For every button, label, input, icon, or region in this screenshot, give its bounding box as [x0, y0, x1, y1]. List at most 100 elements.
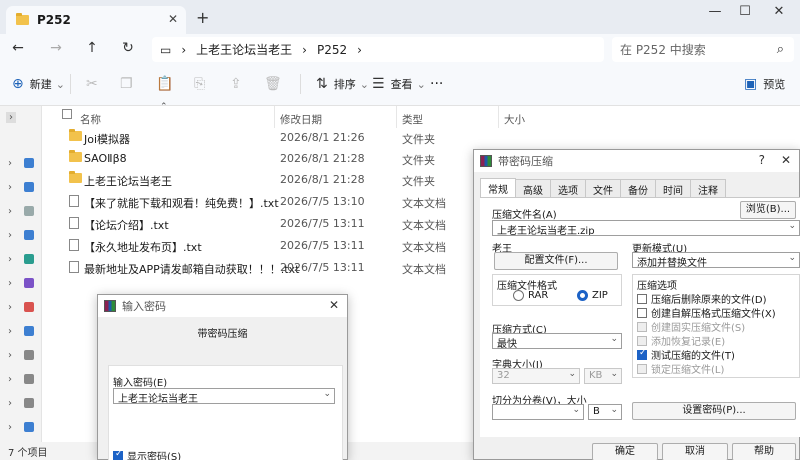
close-icon[interactable]: ✕ [781, 153, 791, 167]
expand-icon[interactable]: › [8, 206, 12, 217]
cancel-button[interactable]: 取消 [662, 443, 728, 460]
expand-icon[interactable]: › [8, 182, 12, 193]
compression-method-select[interactable]: 最快 ⌄ [492, 333, 622, 349]
expand-icon[interactable]: › [8, 326, 12, 337]
chevron-down-icon[interactable]: ⌄ [610, 334, 618, 344]
archive-name-input[interactable]: 上老王论坛当老王.zip ⌄ [492, 220, 800, 236]
chevron-down-icon[interactable]: ⌄ [788, 221, 796, 231]
set-password-button[interactable]: 设置密码(P)... [632, 402, 796, 420]
file-row[interactable]: 【永久地址发布页】.txt 2026/7/5 13:11 文本文档 [66, 235, 486, 256]
create-sfx-checkbox[interactable]: 创建自解压格式压缩文件(X) [637, 305, 776, 320]
column-divider[interactable] [274, 106, 275, 128]
chevron-down-icon: ⌄ [55, 77, 65, 91]
split-unit-value: B [593, 406, 600, 417]
expand-icon[interactable]: › [8, 350, 12, 361]
tab-advanced[interactable]: 高级 [515, 179, 551, 197]
chevron-down-icon[interactable]: ⌄ [323, 389, 331, 399]
ok-button[interactable]: 确定 [592, 443, 658, 460]
split-unit-select[interactable]: B ⌄ [588, 404, 622, 420]
show-password-checkbox[interactable]: 显示密码(S) [113, 448, 181, 460]
chevron-down-icon[interactable]: ⌄ [568, 369, 576, 379]
tab-general[interactable]: 常规 [480, 178, 516, 197]
file-row[interactable]: Joi模拟器 2026/8/1 21:26 文件夹 [66, 127, 486, 148]
expand-icon[interactable]: › [8, 374, 12, 385]
tab-files[interactable]: 文件 [585, 179, 621, 197]
breadcrumb-item[interactable]: P252 [317, 43, 347, 57]
up-button[interactable]: ↑ [82, 40, 102, 56]
back-button[interactable]: ← [8, 40, 28, 56]
lock-archive-checkbox[interactable]: 锁定压缩文件(L) [637, 361, 724, 376]
close-icon[interactable]: ✕ [329, 298, 339, 312]
forward-button[interactable]: → [46, 40, 66, 56]
dictionary-size-select[interactable]: 32 ⌄ [492, 368, 580, 384]
chevron-right-icon: › [302, 42, 307, 57]
rename-button[interactable]: ⎘ [194, 76, 211, 92]
split-size-input[interactable]: ⌄ [492, 404, 584, 420]
password-input[interactable]: 上老王论坛当老王 ⌄ [113, 388, 335, 404]
expand-icon[interactable]: › [8, 230, 12, 241]
column-divider[interactable] [396, 106, 397, 128]
file-row[interactable]: 上老王论坛当老王 2026/8/1 21:28 文件夹 [66, 169, 486, 190]
more-button[interactable]: ··· [430, 76, 443, 92]
general-tab-panel: 压缩文件名(A) 浏览(B)... 上老王论坛当老王.zip ⌄ 老王 配置文件… [480, 197, 800, 437]
preview-button[interactable]: ▣ 预览 [744, 76, 785, 92]
maximize-button[interactable]: ☐ [730, 4, 760, 19]
paste-button[interactable]: 📋 [156, 76, 179, 92]
browse-button[interactable]: 浏览(B)... [740, 201, 796, 219]
chevron-down-icon[interactable]: ⌄ [788, 253, 796, 263]
tab-p252[interactable]: P252 ✕ [6, 6, 186, 34]
expand-icon[interactable]: › [8, 254, 12, 265]
file-row[interactable]: 【论坛介绍】.txt 2026/7/5 13:11 文本文档 [66, 213, 486, 234]
expand-icon[interactable]: › [8, 422, 12, 433]
new-button[interactable]: ⊕ 新建 ⌄ [12, 76, 65, 92]
close-tab-icon[interactable]: ✕ [168, 12, 178, 26]
expand-icon[interactable]: › [8, 158, 12, 169]
cut-button[interactable]: ✂ [86, 76, 104, 92]
preview-label: 预览 [763, 78, 786, 91]
column-header-name[interactable]: 名称 [80, 112, 101, 127]
tab-backup[interactable]: 备份 [620, 179, 656, 197]
column-header-date[interactable]: 修改日期 [280, 112, 322, 127]
search-placeholder: 在 P252 中搜索 [620, 43, 706, 57]
copy-button[interactable]: ❐ [120, 76, 139, 92]
share-button[interactable]: ⇪ [230, 76, 248, 92]
help-button[interactable]: 帮助 [732, 443, 796, 460]
refresh-button[interactable]: ↻ [118, 40, 138, 56]
test-files-checkbox[interactable]: 测试压缩的文件(T) [637, 347, 735, 362]
minimize-button[interactable]: — [700, 4, 730, 19]
format-rar-radio[interactable]: RAR [513, 290, 548, 301]
close-window-button[interactable]: ✕ [764, 4, 794, 19]
address-bar[interactable]: ▭ › 上老王论坛当老王 › P252 › [152, 37, 604, 62]
profiles-button[interactable]: 配置文件(F)... [494, 252, 618, 270]
expand-icon[interactable]: › [8, 302, 12, 313]
tab-time[interactable]: 时间 [655, 179, 691, 197]
tab-options[interactable]: 选项 [550, 179, 586, 197]
expand-icon[interactable]: › [6, 112, 16, 123]
file-row[interactable]: 【来了就能下载和观看！纯免费！】.txt 2026/7/5 13:10 文本文档 [66, 191, 486, 212]
help-icon[interactable]: ? [759, 153, 765, 167]
select-all-checkbox[interactable] [62, 109, 72, 119]
search-input[interactable]: 在 P252 中搜索 ⌕ [612, 37, 794, 62]
column-header-size[interactable]: 大小 [504, 112, 525, 127]
breadcrumb-item[interactable]: 上老王论坛当老王 [196, 41, 292, 58]
update-mode-select[interactable]: 添加并替换文件 ⌄ [632, 252, 800, 268]
delete-button[interactable]: 🗑 [264, 76, 288, 92]
column-header-type[interactable]: 类型 [402, 112, 423, 127]
file-row[interactable]: SAOⅡβ8 2026/8/1 21:28 文件夹 [66, 148, 486, 169]
expand-icon[interactable]: › [8, 398, 12, 409]
dictionary-unit-select[interactable]: KB ⌄ [584, 368, 622, 384]
tab-comment[interactable]: 注释 [690, 179, 726, 197]
column-divider[interactable] [498, 106, 499, 128]
create-solid-checkbox[interactable]: 创建固实压缩文件(S) [637, 319, 745, 334]
format-zip-radio[interactable]: ZIP [577, 290, 608, 301]
sort-button[interactable]: ⇅ 排序 ⌄ [316, 76, 369, 92]
view-button[interactable]: ☰ 查看 ⌄ [372, 76, 426, 92]
recovery-record-checkbox[interactable]: 添加恢复记录(E) [637, 333, 725, 348]
chevron-down-icon[interactable]: ⌄ [572, 405, 580, 415]
chevron-down-icon[interactable]: ⌄ [610, 369, 618, 379]
chevron-down-icon[interactable]: ⌄ [610, 405, 618, 415]
new-tab-button[interactable]: + [196, 8, 209, 27]
delete-after-checkbox[interactable]: 压缩后删除原来的文件(D) [637, 291, 767, 306]
expand-icon[interactable]: › [8, 278, 12, 289]
file-row[interactable]: 最新地址及APP请发邮箱自动获取！！！.txt 2026/7/5 13:11 文… [66, 257, 486, 278]
